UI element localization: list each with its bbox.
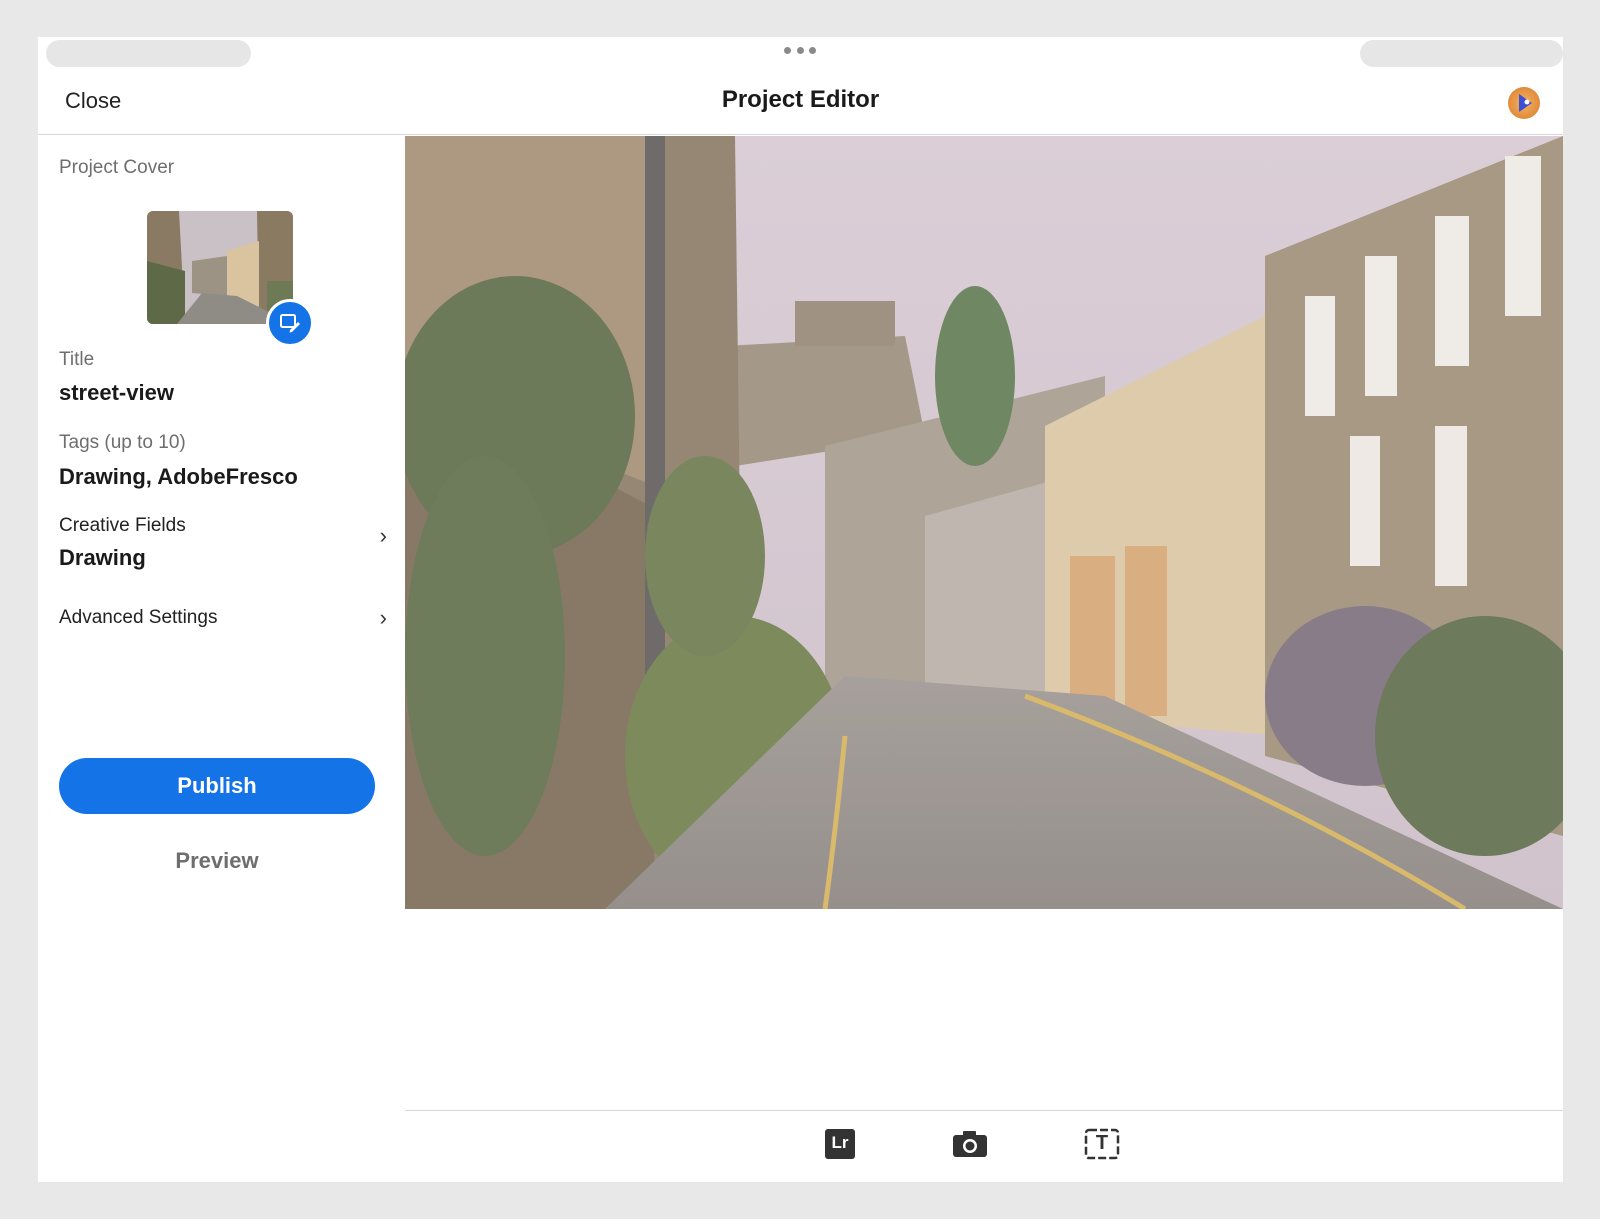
more-options-icon[interactable] <box>784 45 816 55</box>
tags-field[interactable]: Drawing, AdobeFresco <box>59 464 298 490</box>
text-icon[interactable]: T <box>1083 1127 1121 1161</box>
user-avatar-icon[interactable] <box>1508 87 1540 119</box>
bottom-toolbar: Lr T <box>405 1110 1563 1182</box>
camera-icon[interactable] <box>951 1127 989 1161</box>
title-label: Title <box>59 349 95 370</box>
title-field[interactable]: street-view <box>59 380 174 406</box>
creative-fields-row[interactable]: Creative Fields Drawing › <box>38 507 405 579</box>
project-image-canvas[interactable] <box>405 136 1563 909</box>
advanced-settings-label: Advanced Settings <box>59 607 218 628</box>
publish-button[interactable]: Publish <box>59 758 375 814</box>
page-title: Project Editor <box>721 86 880 113</box>
tags-label: Tags (up to 10) <box>59 432 186 453</box>
project-settings-sidebar: Project Cover Title street-view Tags (up… <box>38 135 405 1182</box>
project-cover-label: Project Cover <box>59 157 175 178</box>
text-glyph: T <box>1095 1132 1109 1154</box>
creative-fields-label: Creative Fields <box>59 515 186 536</box>
advanced-settings-row[interactable]: Advanced Settings › <box>38 601 405 641</box>
chevron-right-icon: › <box>379 605 387 630</box>
lightroom-label: Lr <box>831 1133 849 1152</box>
status-pill-right <box>1360 40 1563 67</box>
creative-fields-value: Drawing <box>59 545 146 570</box>
chevron-right-icon: › <box>379 523 387 548</box>
lightroom-icon[interactable]: Lr <box>823 1127 861 1161</box>
header-bar: Close Project Editor <box>38 73 1563 135</box>
status-pill-left <box>46 40 251 67</box>
app-window: Close Project Editor Project Cover Title… <box>38 37 1563 1182</box>
edit-cover-icon[interactable] <box>266 299 314 347</box>
preview-button[interactable]: Preview <box>59 841 375 881</box>
